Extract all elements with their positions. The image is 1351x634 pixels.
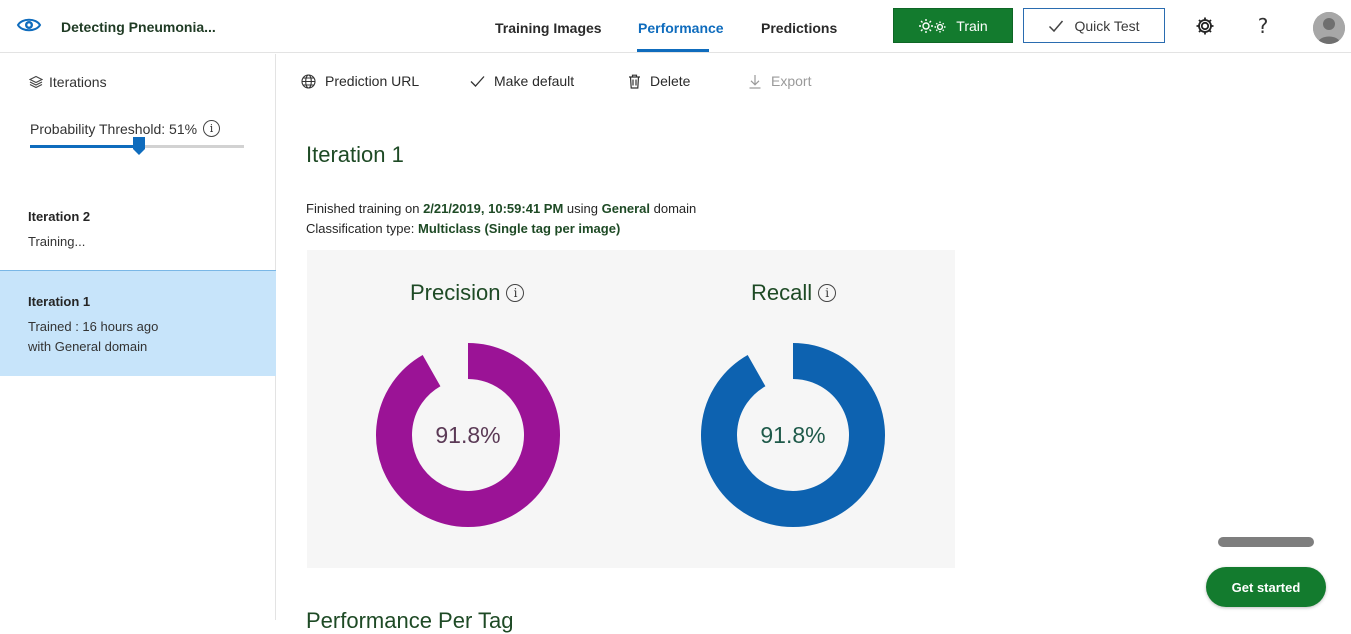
slider-handle[interactable] (133, 137, 146, 155)
iterations-header: Iterations (29, 74, 107, 90)
quick-test-label: Quick Test (1074, 17, 1140, 34)
scroll-indicator[interactable] (1218, 537, 1314, 547)
iterations-sidebar: Iterations Probability Threshold: 51% i … (0, 54, 276, 620)
download-icon (749, 74, 761, 89)
iteration-status: Training... (28, 234, 86, 249)
recall-value: 91.8% (760, 422, 825, 448)
gear-icon[interactable] (1194, 15, 1216, 37)
eye-icon[interactable] (16, 14, 42, 36)
iteration-item-1[interactable]: Iteration 1 Trained : 16 hours ago with … (0, 270, 276, 376)
active-tab-indicator (637, 49, 709, 52)
precision-donut: 91.8% (376, 343, 560, 527)
delete-label: Delete (650, 73, 691, 89)
recall-title-text: Recall (751, 280, 813, 305)
probability-threshold: Probability Threshold: 51% i (30, 120, 221, 137)
info-icon[interactable]: i (818, 284, 837, 302)
user-avatar[interactable] (1313, 12, 1345, 44)
train-label: Train (956, 17, 988, 34)
performance-per-tag-heading: Performance Per Tag (306, 608, 514, 633)
finished-using: using (563, 201, 602, 216)
help-icon[interactable]: ? (1252, 14, 1274, 38)
iterations-heading: Iterations (49, 74, 107, 90)
info-icon[interactable]: i (203, 120, 221, 137)
iteration-status: Trained : 16 hours ago (28, 319, 159, 334)
quick-test-button[interactable]: Quick Test (1023, 8, 1165, 43)
recall-title: Recall i (751, 280, 837, 306)
gears-icon (919, 18, 946, 33)
prediction-url-button[interactable]: Prediction URL (301, 73, 419, 89)
make-default-label: Make default (494, 73, 575, 89)
training-info: Finished training on 2/21/2019, 10:59:41… (306, 201, 696, 216)
tab-predictions[interactable]: Predictions (761, 20, 837, 36)
checkmark-icon (470, 75, 485, 87)
threshold-label: Probability Threshold: 51% (30, 120, 198, 137)
layers-icon (29, 75, 43, 89)
finished-suffix: domain (650, 201, 697, 216)
finished-date: 2/21/2019, 10:59:41 PM (423, 201, 564, 216)
classification-type: Multiclass (Single tag per image) (418, 221, 621, 236)
make-default-button[interactable]: Make default (470, 73, 574, 89)
tab-training-images[interactable]: Training Images (495, 20, 602, 36)
precision-value: 91.8% (435, 422, 500, 448)
iteration-item-2[interactable]: Iteration 2 Training... (0, 194, 276, 270)
domain-name: General (601, 201, 651, 216)
train-button[interactable]: Train (893, 8, 1013, 43)
finished-prefix: Finished training on (306, 201, 424, 216)
recall-donut: 91.8% (701, 343, 885, 527)
slider-fill (30, 145, 140, 148)
info-icon[interactable]: i (506, 284, 525, 302)
top-bar: Detecting Pneumonia... Training Images P… (0, 0, 1351, 53)
iteration-domain: with General domain (28, 339, 148, 354)
precision-title-text: Precision (410, 280, 501, 305)
classification-info: Classification type: Multiclass (Single … (306, 221, 620, 236)
metrics-panel: Precision i 91.8% Recall i 91.8% (307, 250, 955, 568)
project-title[interactable]: Detecting Pneumonia... (61, 19, 216, 35)
checkmark-icon (1049, 20, 1064, 32)
export-button[interactable]: Export (748, 73, 811, 89)
iteration-name: Iteration 1 (28, 294, 91, 309)
delete-button[interactable]: Delete (628, 73, 690, 89)
iteration-title: Iteration 1 (306, 142, 404, 167)
threshold-slider[interactable] (30, 137, 244, 155)
prediction-url-label: Prediction URL (325, 73, 420, 89)
get-started-button[interactable]: Get started (1206, 567, 1326, 607)
classification-prefix: Classification type: (306, 221, 418, 236)
trash-icon (629, 74, 640, 89)
iteration-name: Iteration 2 (28, 209, 91, 224)
precision-title: Precision i (410, 280, 525, 306)
globe-icon (301, 73, 316, 89)
export-label: Export (771, 73, 812, 89)
tab-performance[interactable]: Performance (638, 20, 724, 36)
